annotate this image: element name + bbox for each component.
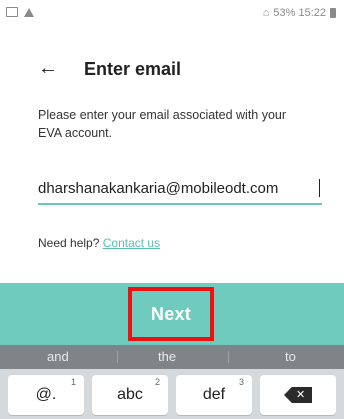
key-superscript: 3 <box>238 377 244 387</box>
status-bar: ⌂ 53% 15:22 <box>0 0 344 28</box>
battery-icon <box>330 8 336 18</box>
contact-us-link[interactable]: Contact us <box>103 236 160 250</box>
arrow-left-icon[interactable]: ← <box>38 58 58 78</box>
page-header: ← Enter email <box>0 56 344 86</box>
help-prefix: Need help? <box>38 236 100 250</box>
help-text: Need help? Contact us <box>38 236 160 250</box>
page-title: Enter email <box>84 59 182 79</box>
backspace-icon <box>284 387 312 403</box>
text-caret <box>319 179 320 197</box>
email-underline <box>38 203 322 205</box>
key-at-dot[interactable]: @. 1 <box>8 375 84 415</box>
email-field-wrapper <box>38 175 322 205</box>
image-notification-icon <box>6 7 18 17</box>
key-label: def <box>202 386 226 403</box>
keyboard-row: @. 1 abc 2 def 3 <box>0 369 344 419</box>
status-text: 53% 15:22 <box>273 7 326 19</box>
suggestion-to[interactable]: to <box>285 349 296 364</box>
key-superscript: 1 <box>70 377 76 387</box>
keyboard-suggestion-bar: and the to <box>0 345 344 369</box>
key-abc[interactable]: abc 2 <box>92 375 168 415</box>
email-field[interactable] <box>38 175 322 201</box>
key-def[interactable]: def 3 <box>176 375 252 415</box>
suggestion-divider <box>117 351 118 363</box>
suggestion-and[interactable]: and <box>47 349 69 364</box>
next-button[interactable]: Next <box>128 287 214 341</box>
key-label: @. <box>35 386 57 403</box>
warning-notification-icon <box>24 7 34 17</box>
next-bar: Next <box>0 283 344 345</box>
signal-icon: ⌂ <box>262 7 270 19</box>
key-superscript: 2 <box>154 377 160 387</box>
key-label: abc <box>117 386 143 403</box>
app-screen: ⌂ 53% 15:22 ← Enter email Please enter y… <box>0 0 344 419</box>
backspace-key[interactable] <box>260 375 336 415</box>
description-text: Please enter your email associated with … <box>38 108 287 140</box>
suggestion-the[interactable]: the <box>158 349 176 364</box>
suggestion-divider <box>228 351 229 363</box>
